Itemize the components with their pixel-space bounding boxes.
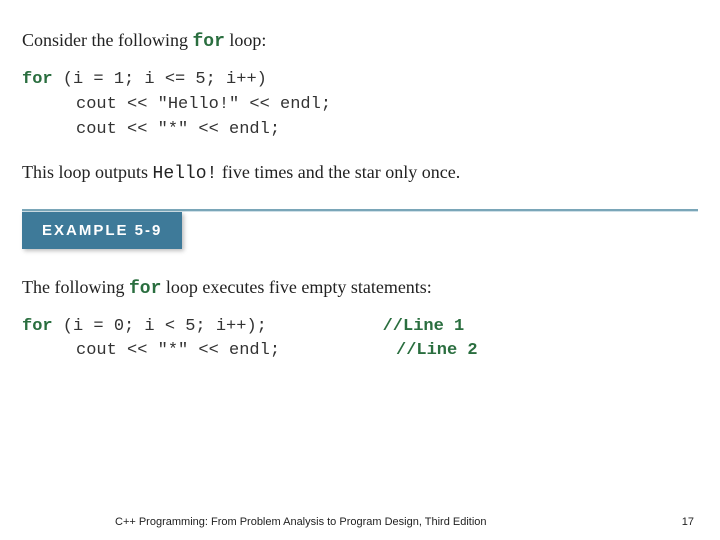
intro2-kw: for [129,279,161,299]
code-block-1: for (i = 1; i <= 5; i++) cout << "Hello!… [22,68,698,142]
example-badge: EXAMPLE 5-9 [22,212,182,249]
code1-l1-rest: (i = 1; i <= 5; i++) [53,70,267,89]
intro1-kw: for [192,32,224,52]
code2-l2-cmt: //Line 2 [396,341,478,360]
intro-paragraph-1: Consider the following for loop: [22,28,698,54]
code2-kw: for [22,317,53,336]
outro1-post: five times and the star only once. [217,162,460,182]
code1-l3: cout << "*" << endl; [22,118,280,143]
code1-l2: cout << "Hello!" << endl; [22,93,331,118]
outro-paragraph-1: This loop outputs Hello! five times and … [22,160,698,186]
code2-l2: cout << "*" << endl; [22,339,396,364]
footer-page-number: 17 [682,516,694,528]
code-block-2: for (i = 0; i < 5; i++);//Line 1 cout <<… [22,315,698,364]
footer-text: C++ Programming: From Problem Analysis t… [115,516,487,528]
code2-l1-cmt: //Line 1 [383,317,465,336]
outro1-pre: This loop outputs [22,162,153,182]
code1-kw: for [22,70,53,89]
outro1-mono: Hello! [153,164,218,184]
intro2-post: loop executes five empty statements: [161,277,431,297]
intro-paragraph-2: The following for loop executes five emp… [22,275,698,301]
slide-page: Consider the following for loop: for (i … [0,0,720,540]
intro1-post: loop: [225,30,267,50]
intro1-pre: Consider the following [22,30,192,50]
code2-l1-rest: (i = 0; i < 5; i++); [53,315,383,340]
intro2-pre: The following [22,277,129,297]
